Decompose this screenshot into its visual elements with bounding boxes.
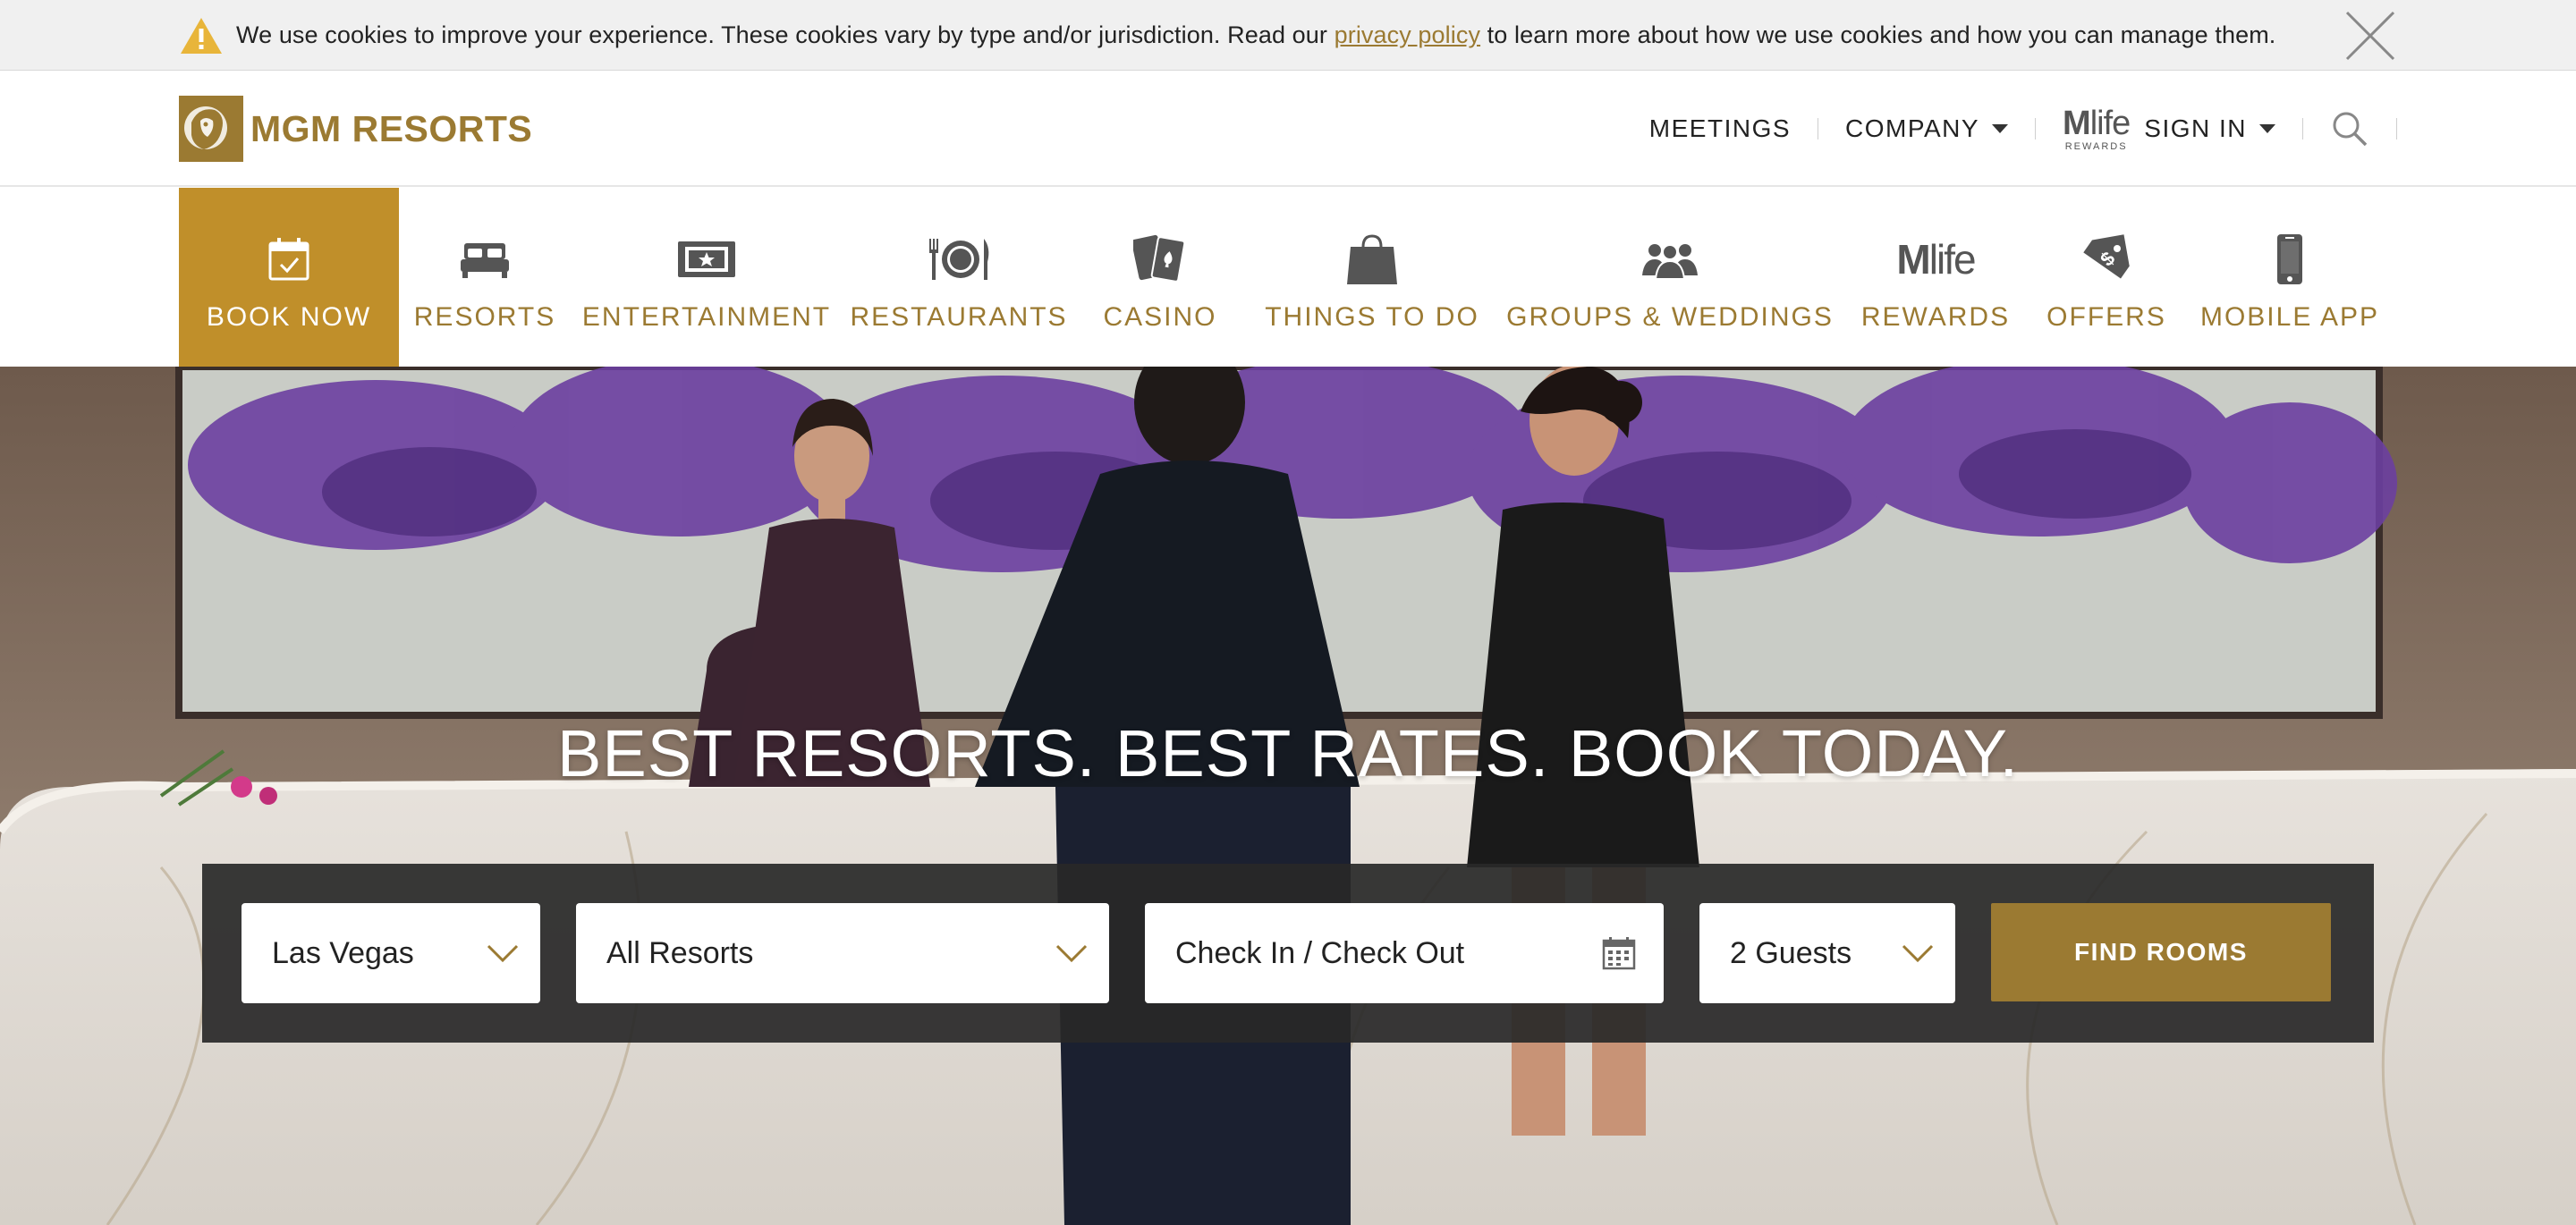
playing-cards-icon bbox=[1133, 234, 1186, 283]
mlife-icon-life: life bbox=[1928, 236, 1977, 283]
privacy-policy-link[interactable]: privacy policy bbox=[1335, 21, 1480, 48]
divider bbox=[2035, 118, 2037, 139]
chevron-down-icon bbox=[487, 944, 519, 963]
search-icon[interactable] bbox=[2330, 109, 2369, 148]
warning-icon bbox=[181, 18, 222, 54]
plate-cutlery-icon bbox=[929, 239, 989, 280]
shopping-bag-icon bbox=[1347, 234, 1397, 284]
nav-casino[interactable]: CASINO bbox=[1093, 188, 1227, 367]
nav-label: GROUPS & WEDDINGS bbox=[1506, 302, 1834, 332]
cookie-text-end: to learn more about how we use cookies a… bbox=[1480, 21, 2276, 48]
meetings-link[interactable]: MEETINGS bbox=[1649, 114, 1791, 143]
cookie-message: We use cookies to improve your experienc… bbox=[236, 21, 2275, 49]
date-picker[interactable]: Check In / Check Out bbox=[1145, 903, 1664, 1003]
sign-in-label: SIGN IN bbox=[2144, 114, 2247, 142]
nav-label: RESTAURANTS bbox=[850, 302, 1068, 332]
mlife-icon-m: M bbox=[1896, 236, 1930, 283]
nav-book-now[interactable]: BOOK NOW bbox=[179, 188, 399, 367]
nav-things-to-do[interactable]: THINGS TO DO bbox=[1265, 188, 1479, 367]
calendar-icon bbox=[1602, 937, 1636, 970]
company-label: COMPANY bbox=[1845, 114, 1980, 142]
mlife-rewards-logo: Mlife REWARDS bbox=[2063, 104, 2131, 152]
nav-label: MOBILE APP bbox=[2199, 302, 2380, 332]
nav-label: CASINO bbox=[1103, 302, 1217, 332]
date-value: Check In / Check Out bbox=[1175, 935, 1465, 970]
nav-label: OFFERS bbox=[2046, 302, 2166, 332]
hero-image bbox=[0, 367, 2576, 1225]
logo-text: MGM RESORTS bbox=[250, 107, 533, 149]
caret-down-icon bbox=[1992, 124, 2009, 133]
caret-down-icon bbox=[2259, 124, 2275, 133]
price-tag-icon: $ bbox=[2083, 234, 2130, 279]
divider bbox=[2302, 118, 2303, 139]
city-value: Las Vegas bbox=[272, 935, 414, 970]
nav-label: ENTERTAINMENT bbox=[581, 302, 832, 332]
nav-rewards[interactable]: Mlife REWARDS bbox=[1860, 188, 2011, 367]
meetings-label: MEETINGS bbox=[1648, 114, 1792, 142]
close-icon[interactable] bbox=[2342, 7, 2399, 64]
nav-entertainment[interactable]: ENTERTAINMENT bbox=[582, 188, 829, 367]
lion-logo-icon bbox=[179, 96, 243, 162]
nav-label: THINGS TO DO bbox=[1265, 302, 1479, 332]
guests-select[interactable]: 2 Guests bbox=[1699, 903, 1955, 1003]
nav-restaurants[interactable]: RESTAURANTS bbox=[850, 188, 1066, 367]
nav-resorts[interactable]: RESORTS bbox=[413, 188, 556, 367]
hero-section: BEST RESORTS. BEST RATES. BOOK TODAY. La… bbox=[0, 367, 2576, 1225]
resort-value: All Resorts bbox=[606, 935, 754, 970]
group-icon bbox=[1642, 244, 1698, 279]
find-rooms-button[interactable]: FIND ROOMS bbox=[1991, 903, 2331, 1001]
guests-value: 2 Guests bbox=[1730, 935, 1852, 970]
nav-mobile-app[interactable]: MOBILE APP bbox=[2199, 188, 2380, 367]
ticket-icon bbox=[678, 241, 735, 277]
nav-offers[interactable]: $ OFFERS bbox=[2046, 188, 2166, 367]
mlife-rewards-text: REWARDS bbox=[2064, 140, 2128, 152]
nav-groups-weddings[interactable]: GROUPS & WEDDINGS bbox=[1506, 188, 1832, 367]
booking-bar: Las Vegas All Resorts Check In / Check O… bbox=[202, 864, 2374, 1043]
main-nav: BOOK NOW RESORTS ENTERTAINMENT RESTAURAN… bbox=[0, 188, 2576, 367]
chevron-down-icon bbox=[1055, 944, 1088, 963]
cookie-text-start: We use cookies to improve your experienc… bbox=[236, 21, 1335, 48]
city-select[interactable]: Las Vegas bbox=[242, 903, 540, 1003]
hero-title: BEST RESORTS. BEST RATES. BOOK TODAY. bbox=[557, 716, 2019, 790]
sign-in-dropdown[interactable]: Mlife REWARDS SIGN IN bbox=[2063, 106, 2275, 152]
resort-select[interactable]: All Resorts bbox=[576, 903, 1109, 1003]
mlife-m: M bbox=[2063, 104, 2091, 142]
nav-label: BOOK NOW bbox=[206, 302, 372, 332]
mgm-resorts-logo[interactable]: MGM RESORTS bbox=[179, 96, 532, 162]
mlife-icon: Mlife bbox=[1896, 235, 1977, 283]
mobile-phone-icon bbox=[2277, 234, 2302, 284]
mlife-life: life bbox=[2089, 104, 2131, 142]
cookie-banner: We use cookies to improve your experienc… bbox=[0, 0, 2576, 71]
nav-label: RESORTS bbox=[413, 302, 556, 332]
top-header: MGM RESORTS MEETINGS COMPANY Mlife REWAR… bbox=[0, 71, 2576, 187]
chevron-down-icon bbox=[1902, 944, 1934, 963]
nav-label: REWARDS bbox=[1860, 302, 2011, 332]
bed-icon bbox=[461, 243, 509, 278]
divider bbox=[2396, 118, 2397, 139]
company-dropdown[interactable]: COMPANY bbox=[1845, 114, 2009, 143]
calendar-check-icon bbox=[268, 238, 309, 281]
utility-nav: MEETINGS COMPANY Mlife REWARDS SIGN IN bbox=[1649, 97, 2397, 160]
